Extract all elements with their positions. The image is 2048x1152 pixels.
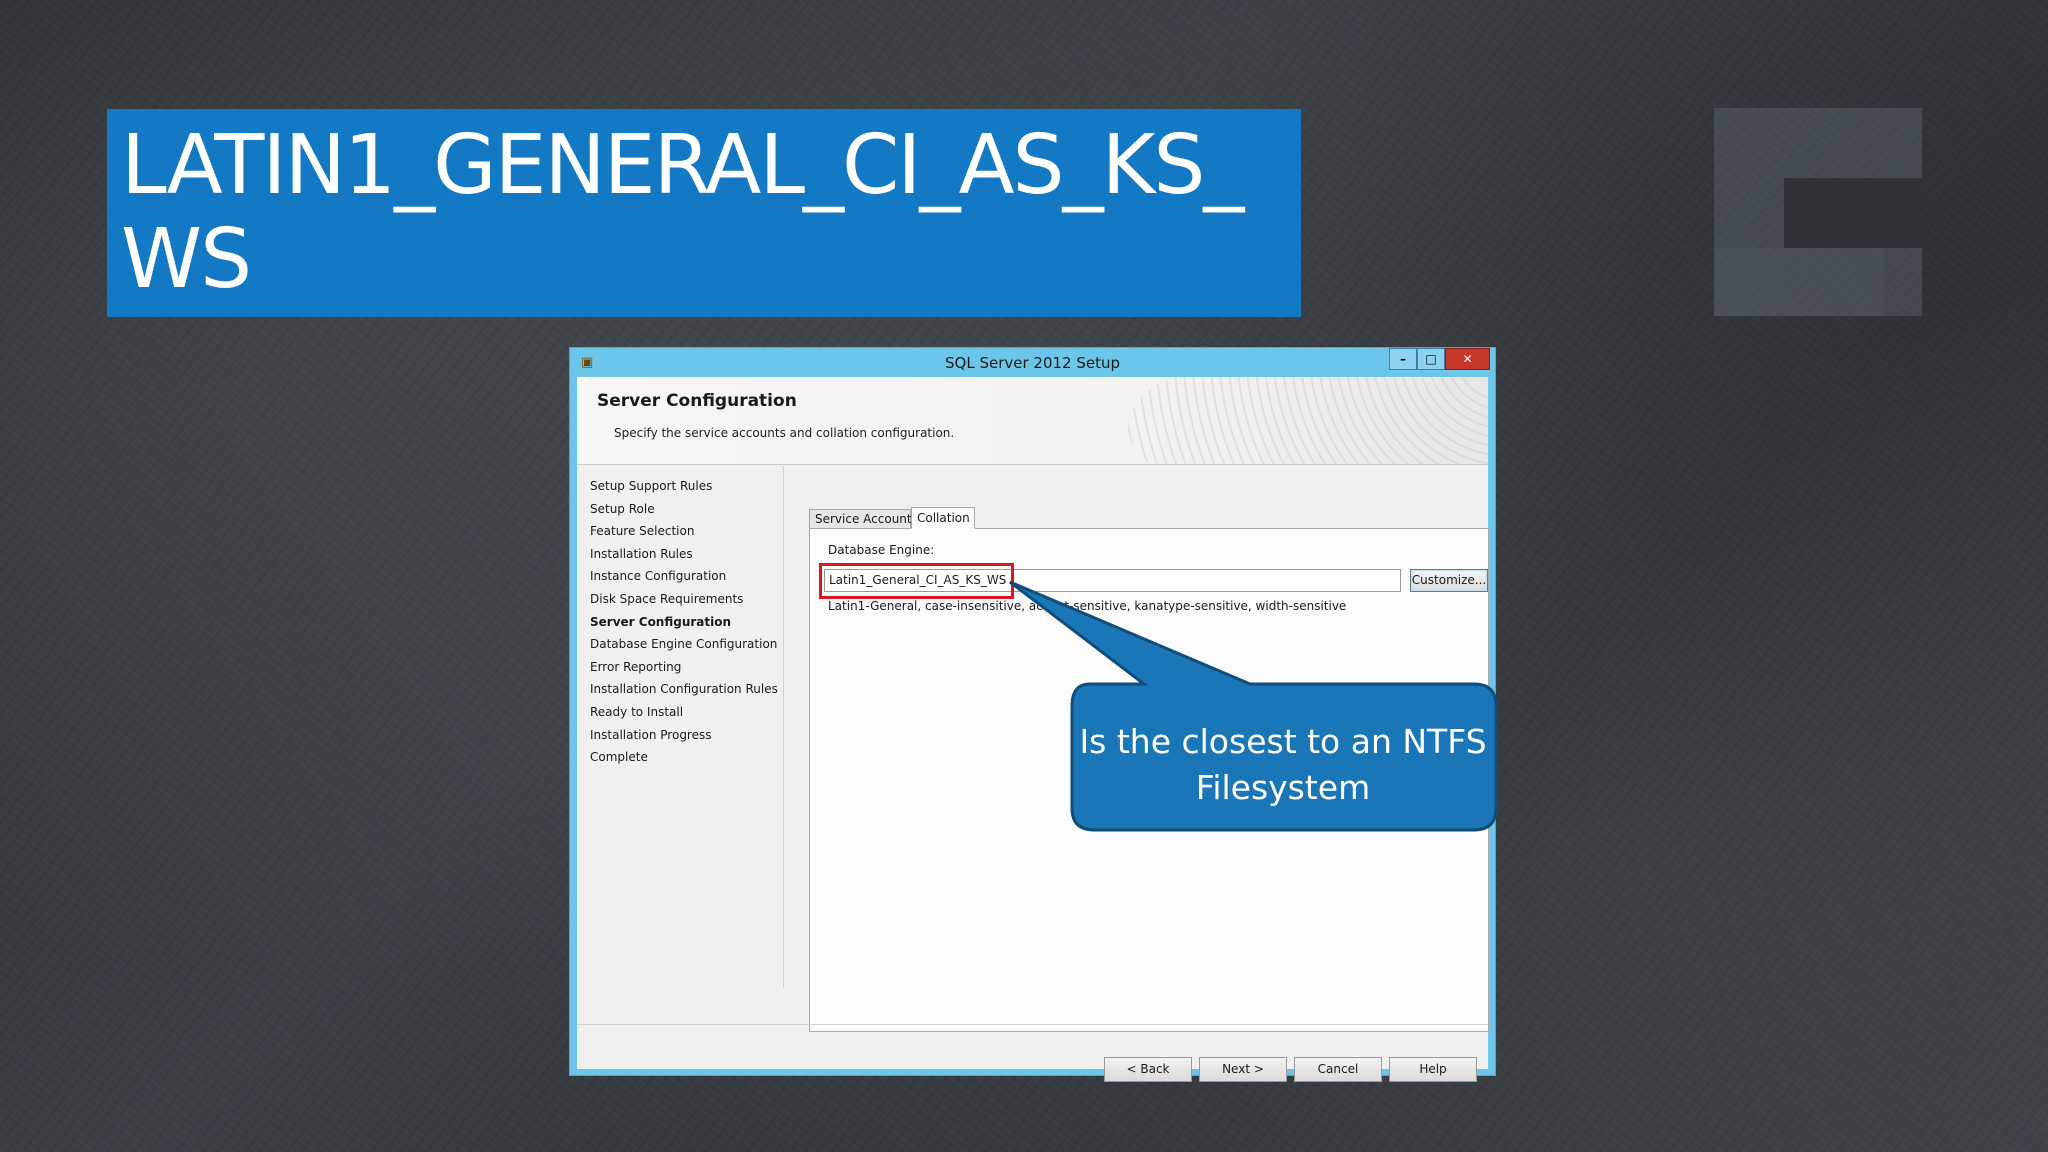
nav-item-setup-support-rules[interactable]: Setup Support Rules bbox=[590, 479, 712, 493]
cancel-button[interactable]: Cancel bbox=[1294, 1057, 1382, 1082]
setup-steps-nav: Setup Support Rules Setup Role Feature S… bbox=[577, 466, 784, 988]
close-button[interactable]: ✕ bbox=[1445, 348, 1490, 370]
nav-item-installation-rules[interactable]: Installation Rules bbox=[590, 547, 693, 561]
nav-item-complete[interactable]: Complete bbox=[590, 750, 648, 764]
nav-item-setup-role[interactable]: Setup Role bbox=[590, 502, 655, 516]
decorative-logo-shape bbox=[1714, 108, 1922, 316]
page-title: Server Configuration bbox=[597, 391, 797, 411]
window-title: SQL Server 2012 Setup bbox=[944, 354, 1120, 372]
page-description: Specify the service accounts and collati… bbox=[614, 426, 955, 440]
highlight-box bbox=[819, 563, 1014, 599]
next-button[interactable]: Next > bbox=[1199, 1057, 1287, 1082]
header-decoration bbox=[1128, 377, 1488, 464]
help-button[interactable]: Help bbox=[1389, 1057, 1477, 1082]
maximize-button[interactable]: □ bbox=[1417, 348, 1445, 370]
nav-item-database-engine-configuration[interactable]: Database Engine Configuration bbox=[590, 637, 777, 651]
nav-item-instance-configuration[interactable]: Instance Configuration bbox=[590, 569, 726, 583]
collation-description: Latin1-General, case-insensitive, accent… bbox=[828, 599, 1347, 613]
back-button[interactable]: < Back bbox=[1104, 1057, 1192, 1082]
nav-item-ready-to-install[interactable]: Ready to Install bbox=[590, 705, 683, 719]
slide-title: LATIN1_GENERAL_CI_AS_KS_WS bbox=[121, 118, 1244, 307]
minimize-button[interactable]: – bbox=[1389, 348, 1417, 370]
nav-item-feature-selection[interactable]: Feature Selection bbox=[590, 524, 694, 538]
nav-item-error-reporting[interactable]: Error Reporting bbox=[590, 660, 681, 674]
callout-text: Is the closest to an NTFS Filesystem bbox=[1079, 722, 1487, 807]
nav-item-installation-progress[interactable]: Installation Progress bbox=[590, 728, 712, 742]
tab-collation[interactable]: Collation bbox=[911, 507, 975, 529]
tab-service-accounts[interactable]: Service Accounts bbox=[809, 509, 918, 529]
title-bar[interactable]: ▣ SQL Server 2012 Setup – □ ✕ bbox=[570, 348, 1495, 377]
nav-item-server-configuration[interactable]: Server Configuration bbox=[590, 615, 731, 629]
page-header: Server Configuration Specify the service… bbox=[577, 377, 1488, 465]
nav-item-disk-space-requirements[interactable]: Disk Space Requirements bbox=[590, 592, 743, 606]
slide-title-banner: LATIN1_GENERAL_CI_AS_KS_WS bbox=[107, 109, 1301, 317]
database-engine-label: Database Engine: bbox=[828, 543, 935, 557]
customize-button[interactable]: Customize... bbox=[1410, 569, 1488, 592]
footer-divider bbox=[577, 1024, 1488, 1025]
nav-item-installation-configuration-rules[interactable]: Installation Configuration Rules bbox=[590, 682, 778, 696]
